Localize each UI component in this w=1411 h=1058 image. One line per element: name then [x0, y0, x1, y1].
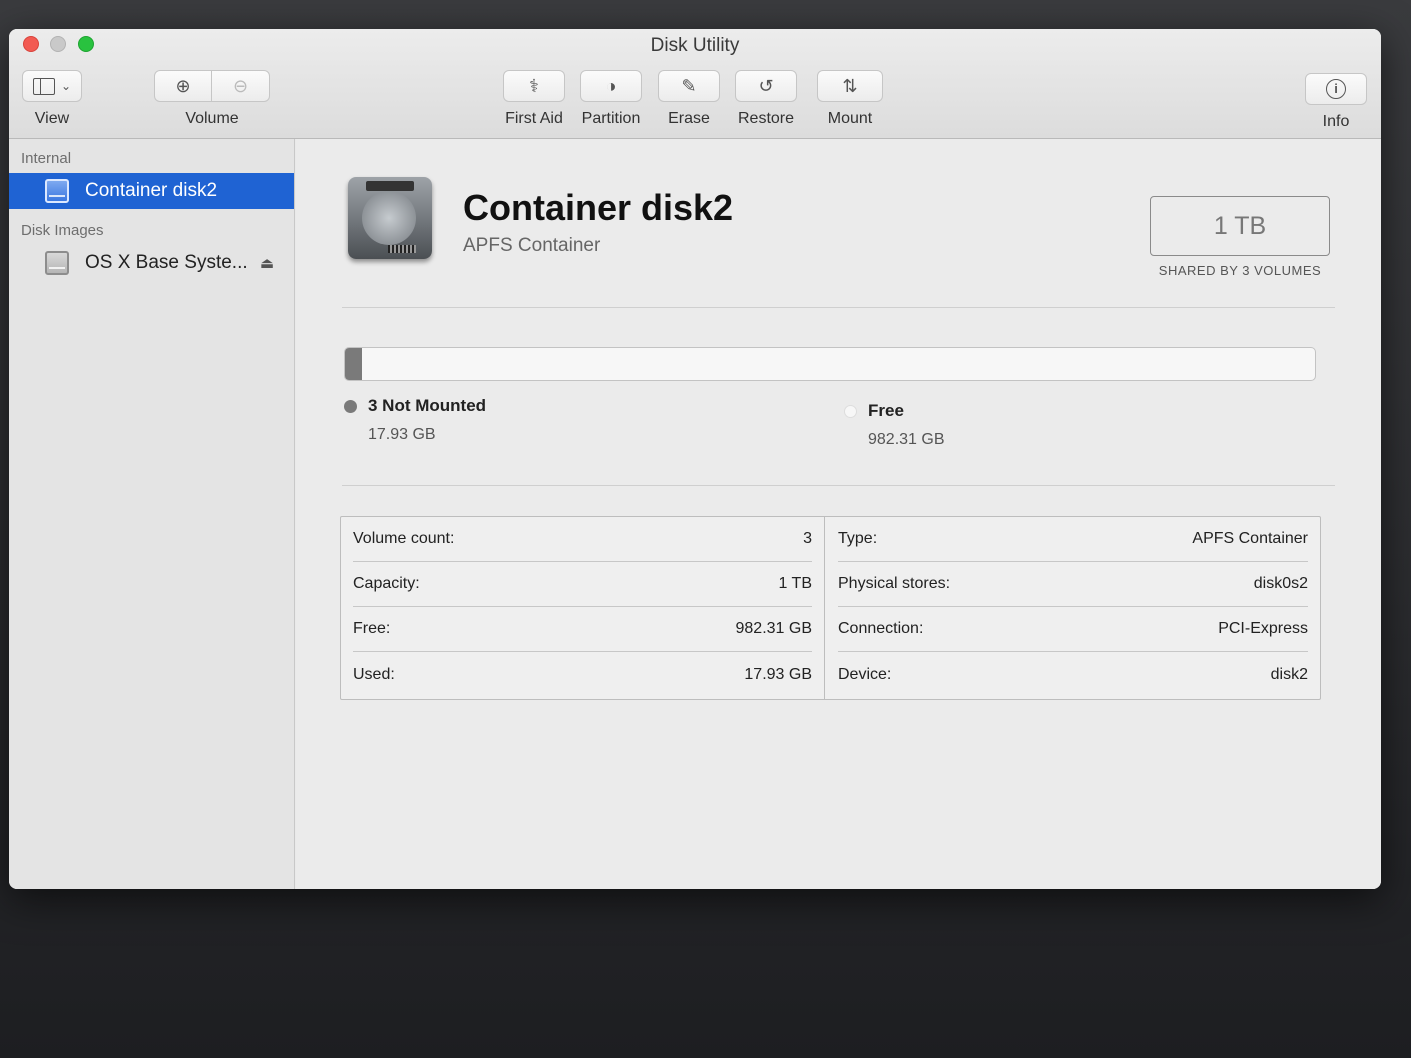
info-row-type: Type: APFS Container	[838, 517, 1308, 562]
restore-label: Restore	[737, 110, 795, 127]
disk-image-icon	[45, 251, 69, 275]
restore-button[interactable]: ↺	[735, 70, 797, 102]
sidebar: Internal Container disk2 Disk Images OS …	[9, 139, 295, 889]
legend-dot-free	[844, 405, 857, 418]
info-button[interactable]: i	[1305, 73, 1367, 105]
info-value: 982.31 GB	[735, 620, 813, 637]
info-value: 17.93 GB	[744, 665, 812, 683]
erase-label: Erase	[668, 110, 710, 127]
info-row-physical-stores: Physical stores: disk0s2	[838, 562, 1308, 607]
sidebar-item-container-disk2[interactable]: Container disk2	[9, 173, 294, 209]
mount-icon: ⇅	[842, 75, 858, 96]
drive-icon	[45, 179, 69, 203]
info-table: Volume count: 3 Capacity: 1 TB Free: 982…	[340, 516, 1321, 700]
chevron-down-icon: ⌄	[60, 79, 72, 93]
legend-value: 17.93 GB	[368, 426, 436, 443]
remove-volume-button[interactable]: ⊖	[212, 70, 270, 102]
disk-utility-window: Disk Utility ⌄ View ⊕ ⊖ Volume ⚕ First A…	[9, 29, 1381, 889]
mount-control: ⇅ Mount	[817, 70, 883, 128]
window-title: Disk Utility	[650, 35, 740, 56]
partition-button[interactable]: ◑	[580, 70, 642, 102]
info-row-volume-count: Volume count: 3	[353, 517, 812, 562]
info-row-connection: Connection: PCI-Express	[838, 607, 1308, 652]
container-type: APFS Container	[463, 235, 601, 256]
info-label: Type:	[838, 530, 878, 547]
info-row-device: Device: disk2	[838, 652, 1308, 697]
erase-button[interactable]: ✎	[658, 70, 720, 102]
info-value: 1 TB	[778, 575, 813, 592]
info-row-free: Free: 982.31 GB	[353, 607, 812, 652]
info-value: disk0s2	[1253, 575, 1308, 592]
container-name: Container disk2	[463, 187, 734, 228]
sidebar-toggle-icon	[32, 77, 55, 95]
sidebar-header-internal: Internal	[21, 150, 72, 167]
add-volume-button[interactable]: ⊕	[154, 70, 212, 102]
restore-control: ↺ Restore	[735, 70, 797, 128]
hard-drive-icon	[348, 177, 432, 259]
first-aid-label: First Aid	[505, 110, 563, 127]
sidebar-item-label: OS X Base Syste...	[85, 252, 248, 273]
pie-chart-icon: ◑	[605, 75, 617, 96]
volume-control: ⊕ ⊖ Volume	[154, 70, 270, 128]
sidebar-item-os-x-base-system[interactable]: OS X Base Syste... ⏏	[9, 245, 294, 281]
info-label: Used:	[353, 665, 395, 683]
usage-bar-used-segment	[345, 348, 363, 380]
legend-value: 982.31 GB	[868, 431, 945, 448]
detail-pane: Container disk2 APFS Container 1 TB SHAR…	[296, 139, 1381, 889]
divider-top	[342, 307, 1335, 308]
add-volume-icon: ⊕	[175, 75, 191, 96]
restore-arrow-icon: ↺	[758, 75, 774, 96]
info-label: Volume count:	[353, 530, 455, 547]
view-control: ⌄ View	[22, 70, 82, 128]
usage-bar	[344, 347, 1316, 381]
info-icon: i	[1326, 79, 1346, 99]
info-control: i Info	[1305, 73, 1367, 131]
mount-button[interactable]: ⇅	[817, 70, 883, 102]
info-column-left: Volume count: 3 Capacity: 1 TB Free: 982…	[341, 517, 825, 699]
capacity-caption: SHARED BY 3 VOLUMES	[1158, 263, 1322, 278]
info-label: Device:	[838, 665, 892, 683]
info-value: disk2	[1270, 665, 1308, 683]
info-column-right: Type: APFS Container Physical stores: di…	[826, 517, 1320, 699]
divider-bottom	[342, 485, 1335, 486]
eject-icon[interactable]: ⏏	[260, 254, 274, 272]
info-label: Free:	[353, 620, 391, 637]
first-aid-control: ⚕ First Aid	[503, 70, 565, 128]
partition-label: Partition	[581, 110, 641, 127]
info-label: Info	[1322, 113, 1350, 130]
legend-dot-not-mounted	[344, 400, 357, 413]
info-value: APFS Container	[1192, 530, 1308, 547]
volume-label: Volume	[185, 110, 239, 127]
sidebar-header-disk-images: Disk Images	[21, 222, 104, 239]
toolbar: Disk Utility ⌄ View ⊕ ⊖ Volume ⚕ First A…	[9, 29, 1381, 139]
sidebar-item-label: Container disk2	[85, 180, 218, 201]
erase-control: ✎ Erase	[658, 70, 720, 128]
legend-name: Free	[868, 401, 904, 420]
stethoscope-icon: ⚕	[529, 75, 539, 96]
remove-volume-icon: ⊖	[232, 75, 249, 96]
view-button[interactable]: ⌄	[22, 70, 82, 102]
info-label: Connection:	[838, 620, 924, 637]
info-value: 3	[803, 530, 812, 547]
info-row-capacity: Capacity: 1 TB	[353, 562, 812, 607]
info-row-used: Used: 17.93 GB	[353, 652, 812, 697]
first-aid-button[interactable]: ⚕	[503, 70, 565, 102]
partition-control: ◑ Partition	[580, 70, 642, 128]
info-value: PCI-Express	[1218, 620, 1308, 637]
view-label: View	[34, 110, 70, 127]
mount-label: Mount	[827, 110, 873, 127]
capacity-box: 1 TB	[1150, 196, 1330, 256]
legend-name: 3 Not Mounted	[368, 396, 487, 415]
info-label: Capacity:	[353, 575, 420, 592]
pencil-icon: ✎	[681, 75, 697, 96]
info-label: Physical stores:	[838, 575, 951, 592]
